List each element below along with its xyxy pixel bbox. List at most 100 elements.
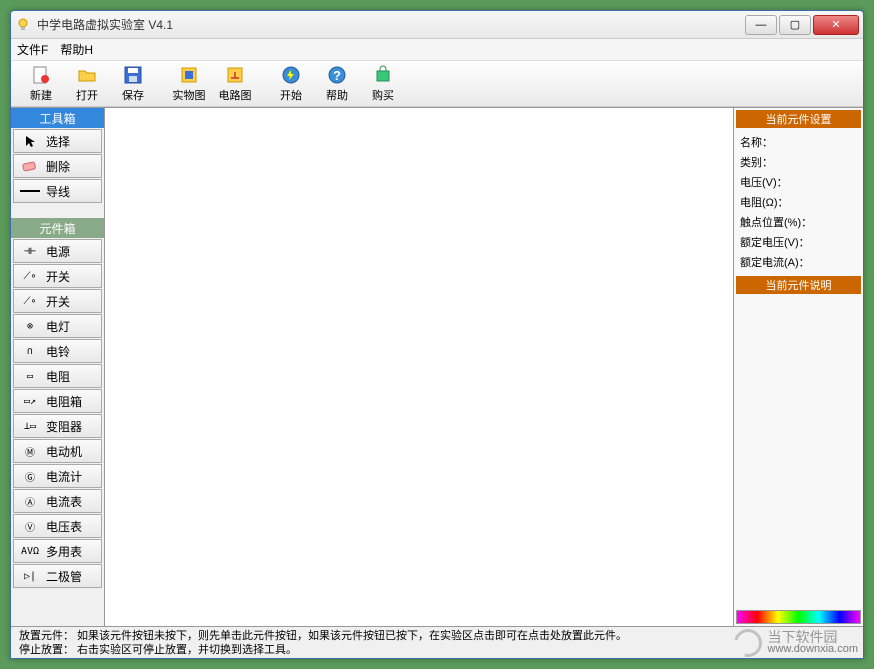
svg-text:?: ? <box>333 68 341 83</box>
component-多用表[interactable]: AVΩ多用表 <box>13 539 102 563</box>
component-label: 变阻器 <box>46 418 101 435</box>
component-label: 电流计 <box>46 468 101 485</box>
start-button[interactable]: 开始 <box>269 63 313 105</box>
component-symbol-icon: ⊣⊢ <box>14 246 46 257</box>
component-电灯[interactable]: ⊗电灯 <box>13 314 102 338</box>
new-icon <box>30 64 52 86</box>
left-panel: 工具箱 选择删除导线 元件箱 ⊣⊢电源⟋∘开关⟋∘开关⊗电灯∩电铃▭电阻▭↗电阻… <box>11 108 105 626</box>
minimize-button[interactable]: — <box>745 15 777 35</box>
properties-list: 名称： 类别： 电压(V)： 电阻(Ω)： 触点位置(%)： 额定电压(V)： … <box>734 130 863 274</box>
watermark-cn: 当下软件园 <box>768 631 858 643</box>
component-label: 电压表 <box>46 518 101 535</box>
component-电压表[interactable]: Ⓥ电压表 <box>13 514 102 538</box>
window-title: 中学电路虚拟实验室 V4.1 <box>37 16 745 33</box>
new-button[interactable]: 新建 <box>19 63 63 105</box>
help-icon: ? <box>326 64 348 86</box>
component-电动机[interactable]: Ⓜ电动机 <box>13 439 102 463</box>
component-symbol-icon: ▭↗ <box>14 396 46 407</box>
component-电源[interactable]: ⊣⊢电源 <box>13 239 102 263</box>
maximize-button[interactable]: ▢ <box>779 15 811 35</box>
component-label: 二极管 <box>46 568 101 585</box>
close-button[interactable]: ✕ <box>813 15 859 35</box>
buy-icon <box>372 64 394 86</box>
save-button[interactable]: 保存 <box>111 63 155 105</box>
watermark-url: www.downxia.com <box>768 643 858 655</box>
component-label: 多用表 <box>46 543 101 560</box>
component-symbol-icon: Ⓖ <box>14 469 46 484</box>
help-button[interactable]: ? 帮助 <box>315 63 359 105</box>
component-label: 开关 <box>46 293 101 310</box>
color-bar[interactable] <box>736 610 861 624</box>
component-box-header: 元件箱 <box>11 218 104 238</box>
component-symbol-icon: ▭ <box>14 371 46 382</box>
tool-删除[interactable]: 删除 <box>13 154 102 178</box>
save-icon <box>122 64 144 86</box>
component-label: 电源 <box>46 243 101 260</box>
status-line-2: 停止放置： 右击实验区可停止放置，并切换到选择工具。 <box>19 643 855 657</box>
buy-button[interactable]: 购买 <box>361 63 405 105</box>
component-label: 电灯 <box>46 318 101 335</box>
prop-type: 类别： <box>740 154 857 170</box>
prop-voltage: 电压(V)： <box>740 174 857 190</box>
circuit-view-button[interactable]: 电路图 <box>213 63 257 105</box>
component-label: 开关 <box>46 268 101 285</box>
component-电铃[interactable]: ∩电铃 <box>13 339 102 363</box>
component-label: 电阻箱 <box>46 393 101 410</box>
open-icon <box>76 64 98 86</box>
component-symbol-icon: Ⓐ <box>14 494 46 509</box>
tool-选择[interactable]: 选择 <box>13 129 102 153</box>
canvas[interactable] <box>105 108 733 626</box>
component-symbol-icon: ⊗ <box>14 321 46 332</box>
tool-label: 导线 <box>46 183 101 200</box>
component-电阻[interactable]: ▭电阻 <box>13 364 102 388</box>
component-symbol-icon: AVΩ <box>14 546 46 557</box>
app-window: 中学电路虚拟实验室 V4.1 — ▢ ✕ 文件F 帮助H 新建 打开 保存 实物… <box>10 10 864 659</box>
component-label: 电阻 <box>46 368 101 385</box>
status-line-1: 放置元件： 如果该元件按钮未按下，则先单击此元件按钮，如果该元件按钮已按下，在实… <box>19 629 855 643</box>
prop-rated-a: 额定电流(A)： <box>740 254 857 270</box>
toolbar: 新建 打开 保存 实物图 电路图 开始 ? 帮助 购买 <box>11 61 863 107</box>
wire-icon <box>14 188 46 194</box>
component-symbol-icon: ∩ <box>14 346 46 357</box>
prop-name: 名称： <box>740 134 857 150</box>
prop-rated-v: 额定电压(V)： <box>740 234 857 250</box>
watermark-logo-icon <box>728 624 766 662</box>
menu-help[interactable]: 帮助H <box>60 41 93 58</box>
open-button[interactable]: 打开 <box>65 63 109 105</box>
eraser-icon <box>14 160 46 172</box>
titlebar[interactable]: 中学电路虚拟实验室 V4.1 — ▢ ✕ <box>11 11 863 39</box>
component-电流表[interactable]: Ⓐ电流表 <box>13 489 102 513</box>
cursor-icon <box>14 134 46 148</box>
component-二极管[interactable]: ▷|二极管 <box>13 564 102 588</box>
component-电流计[interactable]: Ⓖ电流计 <box>13 464 102 488</box>
component-开关[interactable]: ⟋∘开关 <box>13 264 102 288</box>
real-view-button[interactable]: 实物图 <box>167 63 211 105</box>
component-symbol-icon: ⟋∘ <box>14 271 46 282</box>
window-buttons: — ▢ ✕ <box>745 15 859 35</box>
component-symbol-icon: Ⓜ <box>14 444 46 459</box>
component-电阻箱[interactable]: ▭↗电阻箱 <box>13 389 102 413</box>
component-symbol-icon: ⟋∘ <box>14 296 46 307</box>
desc-body <box>734 296 863 608</box>
prop-resistance: 电阻(Ω)： <box>740 194 857 210</box>
component-开关[interactable]: ⟋∘开关 <box>13 289 102 313</box>
component-symbol-icon: ⊥▭ <box>14 421 46 432</box>
tool-导线[interactable]: 导线 <box>13 179 102 203</box>
component-变阻器[interactable]: ⊥▭变阻器 <box>13 414 102 438</box>
app-icon <box>15 17 31 33</box>
menubar: 文件F 帮助H <box>11 39 863 61</box>
desc-header: 当前元件说明 <box>736 276 861 294</box>
component-symbol-icon: Ⓥ <box>14 519 46 534</box>
settings-header: 当前元件设置 <box>736 110 861 128</box>
circuit-view-icon <box>224 64 246 86</box>
watermark: 当下软件园 www.downxia.com <box>734 629 858 657</box>
tool-label: 选择 <box>46 133 101 150</box>
component-label: 电动机 <box>46 443 101 460</box>
prop-contact: 触点位置(%)： <box>740 214 857 230</box>
toolbox-header: 工具箱 <box>11 108 104 128</box>
component-label: 电铃 <box>46 343 101 360</box>
component-label: 电流表 <box>46 493 101 510</box>
real-view-icon <box>178 64 200 86</box>
menu-file[interactable]: 文件F <box>17 41 48 58</box>
content-area: 工具箱 选择删除导线 元件箱 ⊣⊢电源⟋∘开关⟋∘开关⊗电灯∩电铃▭电阻▭↗电阻… <box>11 107 863 626</box>
